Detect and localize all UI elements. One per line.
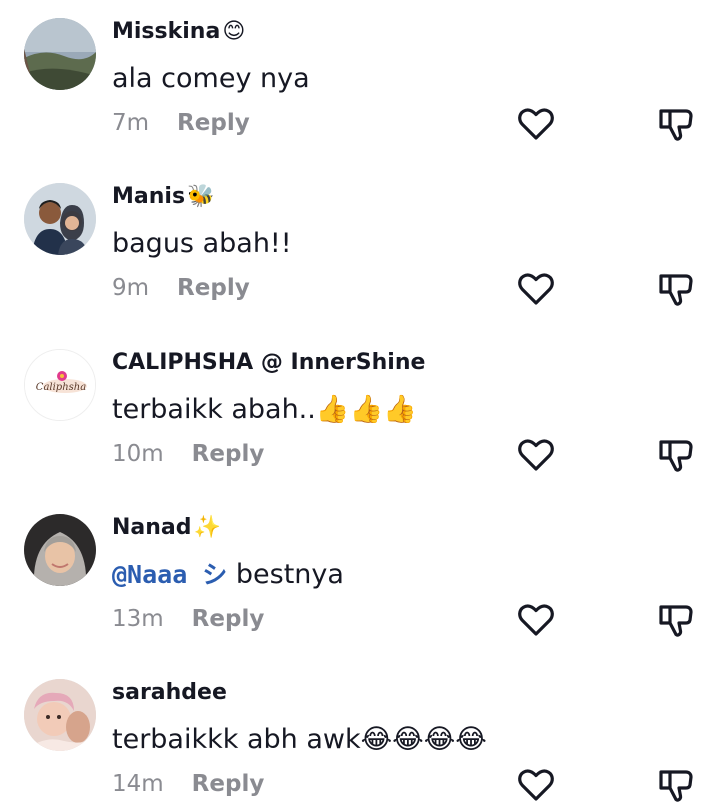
heart-outline-icon [518,439,554,471]
mention-link[interactable]: @Naaa シ [112,560,227,589]
heart-outline-icon [518,273,554,305]
comment-time: 7m [112,110,150,136]
comment-text: @Naaa シ bestnya [112,559,344,590]
thumbs-down-outline-icon [659,605,693,637]
comment-username[interactable]: sarahdee [112,677,227,709]
reply-button[interactable]: Reply [192,437,265,471]
smile-emoji-icon: 😊 [222,19,246,44]
comment-item: Misskina😊 ala comey nya 7m Reply [0,0,720,165]
like-button[interactable] [516,765,556,805]
thumbs-down-outline-icon [659,440,693,472]
comment-list: Misskina😊 ala comey nya 7m Reply Manis🐝 … [0,0,720,804]
comment-time: 14m [112,771,164,797]
comment-meta: 9m Reply [112,271,250,305]
avatar[interactable] [24,18,96,90]
sparkles-emoji-icon: ✨ [193,515,221,540]
comment-text: terbaikk abah..👍👍👍 [112,394,417,425]
comment-time: 13m [112,606,164,632]
like-button[interactable] [516,435,556,475]
baby-avatar-icon [24,679,96,751]
bee-emoji-icon: 🐝 [187,184,215,209]
landscape-avatar-icon [24,18,96,90]
avatar[interactable]: Caliphsha [24,349,96,421]
heart-outline-icon [518,769,554,801]
comment-username[interactable]: CALIPHSHA @ InnerShine [112,347,425,379]
dislike-button[interactable] [656,269,696,309]
dislike-button[interactable] [656,600,696,640]
comment-time: 10m [112,441,164,467]
comment-meta: 14m Reply [112,767,264,801]
avatar-logo-text: Caliphsha [36,382,86,393]
heart-outline-icon [518,108,554,140]
comment-meta: 10m Reply [112,437,264,471]
comment-text: terbaikkk abh awk😂😂😂😂 [112,724,487,755]
avatar[interactable] [24,679,96,751]
comment-item: sarahdee terbaikkk abh awk😂😂😂😂 14m Reply [0,661,720,804]
reply-button[interactable]: Reply [192,767,265,801]
comment-username[interactable]: Misskina😊 [112,16,245,48]
comment-username[interactable]: Manis🐝 [112,181,214,213]
hijab-avatar-icon [24,514,96,586]
couple-avatar-icon [24,183,96,255]
like-button[interactable] [516,269,556,309]
thumbs-down-outline-icon [659,770,693,802]
comment-item: Manis🐝 bagus abah!! 9m Reply [0,165,720,330]
comment-item: Nanad✨ @Naaa シ bestnya 13m Reply [0,496,720,661]
comment-meta: 7m Reply [112,106,250,140]
reply-button[interactable]: Reply [177,106,250,140]
avatar[interactable] [24,183,96,255]
comment-meta: 13m Reply [112,602,264,636]
comment-time: 9m [112,275,150,301]
reply-button[interactable]: Reply [177,271,250,305]
heart-outline-icon [518,604,554,636]
comment-text: bagus abah!! [112,228,292,259]
comment-text: ala comey nya [112,63,310,94]
reply-button[interactable]: Reply [192,602,265,636]
dislike-button[interactable] [656,435,696,475]
comment-username[interactable]: Nanad✨ [112,512,221,544]
thumbs-down-outline-icon [659,274,693,306]
dislike-button[interactable] [656,765,696,805]
avatar[interactable] [24,514,96,586]
dislike-button[interactable] [656,104,696,144]
comment-item: Caliphsha CALIPHSHA @ InnerShine terbaik… [0,331,720,496]
like-button[interactable] [516,104,556,144]
logo-avatar-icon: Caliphsha [25,350,95,420]
like-button[interactable] [516,600,556,640]
thumbs-down-outline-icon [659,109,693,141]
